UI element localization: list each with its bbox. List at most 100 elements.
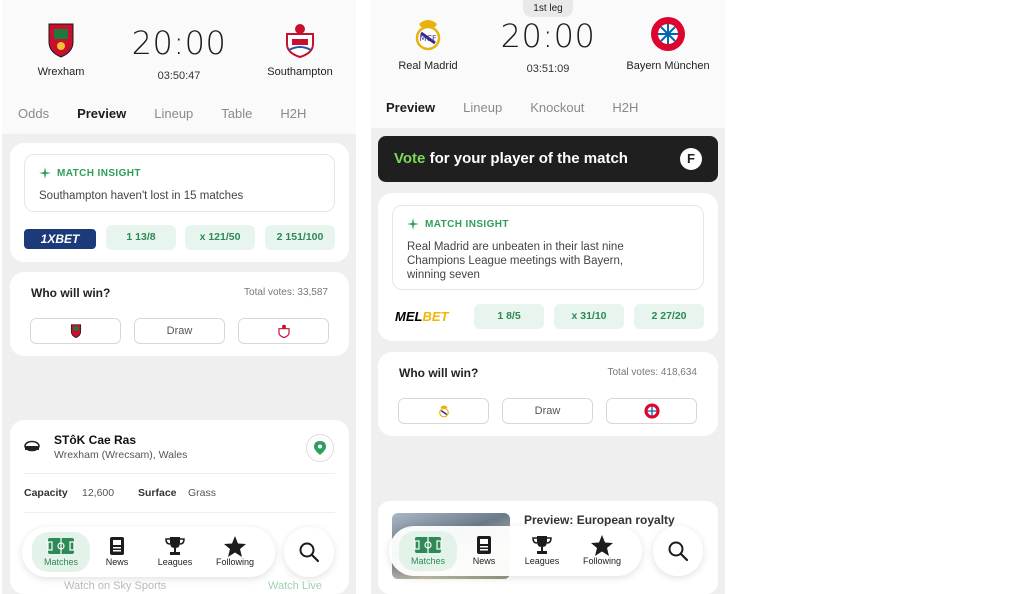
home-team[interactable]: Wrexham — [6, 22, 116, 78]
wrexham-crest-icon — [70, 324, 81, 339]
tab-preview[interactable]: Preview — [386, 100, 435, 115]
southampton-crest-icon — [286, 24, 314, 58]
home-team-name: Real Madrid — [398, 60, 458, 72]
fotmob-logo-icon: F — [680, 148, 702, 170]
vote-draw-button[interactable]: Draw — [502, 398, 593, 424]
wrexham-crest-icon — [48, 23, 74, 58]
tab-preview[interactable]: Preview — [77, 106, 126, 121]
search-button[interactable] — [284, 527, 334, 577]
odds-away[interactable]: 2 27/20 — [634, 304, 704, 329]
player-of-match-banner[interactable]: Vote for your player of the match F — [378, 136, 718, 182]
away-team[interactable]: Bayern München — [613, 16, 723, 72]
bookmaker-name-a: MEL — [395, 309, 423, 324]
potm-text: Vote for your player of the match — [394, 150, 628, 167]
search-icon — [299, 542, 319, 562]
odds-home[interactable]: 1 13/8 — [106, 225, 176, 250]
nav-following-label: Following — [582, 556, 622, 566]
bookmaker-logo[interactable]: MELBET — [395, 309, 448, 324]
nav-matches-label: Matches — [43, 557, 78, 567]
score-block: 20:00 03:50:47 — [109, 24, 249, 82]
vote-total: Total votes: 33,587 — [244, 287, 328, 298]
pitch-icon — [47, 538, 75, 554]
watch-provider: Watch on Sky Sports — [64, 580, 167, 592]
match-tabs: Odds Preview Lineup Table H2H — [18, 106, 334, 121]
who-will-win-card: Who will win? Total votes: 33,587 Draw — [10, 272, 349, 356]
tab-table[interactable]: Table — [221, 106, 252, 121]
match-insight: MATCH INSIGHT Southampton haven't lost i… — [24, 154, 335, 212]
star-icon — [591, 534, 613, 556]
vote-home-button[interactable] — [398, 398, 489, 424]
surface-value: Grass — [188, 487, 217, 499]
vote-title: Who will win? — [399, 366, 479, 380]
vote-home-button[interactable] — [30, 318, 121, 344]
kickoff-time: 20:00 — [500, 17, 596, 55]
insight-card: MATCH INSIGHT Southampton haven't lost i… — [10, 143, 349, 262]
home-team-name: Wrexham — [37, 66, 85, 78]
nav-matches[interactable]: Matches — [32, 532, 90, 572]
vote-draw-button[interactable]: Draw — [134, 318, 225, 344]
nav-leagues-label: Leagues — [157, 557, 193, 567]
match-screen-realmadrid-bayern: 1st leg MCF Real Madrid 20:00 03:51:09 B… — [371, 0, 725, 594]
watch-live-link[interactable]: Watch Live — [268, 580, 322, 592]
venue-location: Wrexham (Wrecsam), Wales — [54, 449, 188, 461]
stadium-icon — [24, 440, 40, 452]
search-button[interactable] — [653, 526, 703, 576]
map-button[interactable] — [306, 434, 334, 462]
nav-matches-label: Matches — [410, 556, 445, 566]
insight-header: MATCH INSIGHT — [407, 218, 509, 230]
divider — [24, 512, 335, 513]
bottom-nav: Matches News Leagues Following — [22, 527, 275, 577]
real-madrid-crest-icon — [438, 405, 449, 418]
vote-away-button[interactable] — [238, 318, 329, 344]
tab-knockout[interactable]: Knockout — [530, 100, 584, 115]
odds-home[interactable]: 1 8/5 — [474, 304, 544, 329]
odds-draw[interactable]: x 121/50 — [185, 225, 255, 250]
match-screen-wrexham-southampton: Wrexham 20:00 03:50:47 Southampton Odds … — [2, 0, 356, 594]
insight-title: MATCH INSIGHT — [425, 218, 509, 230]
trophy-icon — [165, 537, 185, 555]
vote-away-button[interactable] — [606, 398, 697, 424]
news-icon — [477, 536, 491, 554]
nav-matches[interactable]: Matches — [399, 531, 457, 571]
divider — [24, 473, 335, 474]
bookmaker-logo[interactable]: 1XBET — [24, 229, 96, 249]
insight-card: MATCH INSIGHT Real Madrid are unbeaten i… — [378, 193, 718, 341]
match-header: 1st leg MCF Real Madrid 20:00 03:51:09 B… — [371, 0, 725, 128]
nav-news[interactable]: News — [457, 534, 511, 566]
tab-odds[interactable]: Odds — [18, 106, 49, 121]
who-will-win-card: Who will win? Total votes: 418,634 Draw — [378, 352, 718, 436]
sparkle-icon — [39, 167, 51, 179]
capacity-value: 12,600 — [82, 487, 115, 499]
pitch-icon — [414, 537, 442, 553]
vote-total: Total votes: 418,634 — [607, 367, 697, 378]
countdown-timer: 03:50:47 — [157, 70, 201, 82]
nav-news[interactable]: News — [90, 535, 144, 567]
tab-h2h[interactable]: H2H — [280, 106, 306, 121]
tab-h2h[interactable]: H2H — [612, 100, 638, 115]
away-team[interactable]: Southampton — [245, 22, 355, 78]
match-insight: MATCH INSIGHT Real Madrid are unbeaten i… — [392, 205, 704, 290]
bayern-crest-icon — [643, 403, 660, 419]
nav-leagues[interactable]: Leagues — [148, 535, 202, 567]
insight-line: Real Madrid are unbeaten in their last n… — [407, 241, 624, 253]
search-icon — [668, 541, 688, 561]
southampton-crest-icon — [277, 324, 290, 339]
nav-leagues[interactable]: Leagues — [515, 534, 569, 566]
nav-following[interactable]: Following — [208, 535, 262, 567]
real-madrid-crest-icon: MCF — [415, 20, 441, 51]
match-header: Wrexham 20:00 03:50:47 Southampton Odds … — [2, 0, 356, 134]
kickoff-time: 20:00 — [131, 24, 227, 62]
odds-away[interactable]: 2 151/100 — [265, 225, 335, 250]
news-icon — [110, 537, 124, 555]
score-block: 20:00 03:51:09 — [478, 17, 618, 75]
away-team-name: Southampton — [267, 66, 333, 78]
tab-lineup[interactable]: Lineup — [154, 106, 193, 121]
svg-text:MCF: MCF — [419, 34, 436, 43]
odds-draw[interactable]: x 31/10 — [554, 304, 624, 329]
home-team[interactable]: MCF Real Madrid — [373, 16, 483, 72]
nav-following[interactable]: Following — [575, 534, 629, 566]
insight-header: MATCH INSIGHT — [39, 167, 141, 179]
bayern-crest-icon — [651, 17, 685, 51]
away-team-name: Bayern München — [626, 60, 710, 72]
tab-lineup[interactable]: Lineup — [463, 100, 502, 115]
